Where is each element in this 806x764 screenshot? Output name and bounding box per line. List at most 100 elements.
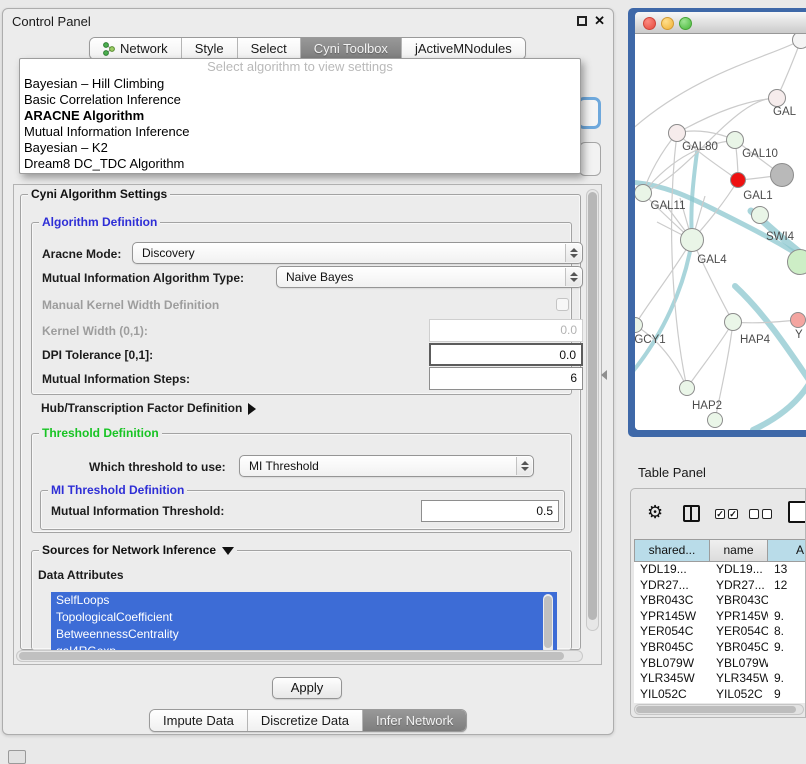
table-toolbar: ⚙ ✓ ✓ [631, 489, 805, 535]
network-canvas[interactable]: GAL GAL80 GAL10 GAL1 GAL11 SWI4 GAL4 GCY… [635, 34, 806, 430]
tab-infer-network[interactable]: Infer Network [363, 710, 466, 731]
cell: YER054C [710, 624, 768, 640]
node-label: GAL [773, 106, 806, 118]
aracne-mode-combo[interactable]: Discovery [132, 242, 583, 264]
network-node[interactable] [792, 34, 806, 49]
scrollbar-thumb[interactable] [636, 706, 796, 713]
tab-label: Cyni Toolbox [314, 41, 388, 56]
table-row[interactable]: YER054C YER054C 8. [634, 624, 806, 640]
cell: YBR043C [634, 593, 710, 609]
data-attributes-label: Data Attributes [38, 568, 124, 582]
mi-threshold-input[interactable]: 0.5 [421, 500, 559, 522]
node-label: GAL11 [641, 200, 695, 212]
deselect-all-columns-icon[interactable] [749, 509, 772, 519]
table-row[interactable]: YLR345W YLR345W 9. [634, 671, 806, 687]
scrollbar-thumb[interactable] [19, 652, 564, 660]
network-node-gal1[interactable] [730, 172, 746, 188]
table-row[interactable]: YDR27... YDR27... 12 [634, 578, 806, 594]
network-node-gal80[interactable] [668, 124, 686, 142]
network-node-hap2[interactable] [679, 380, 695, 396]
which-threshold-combo[interactable]: MI Threshold [239, 455, 534, 477]
mi-type-label: Mutual Information Algorithm Type: [42, 271, 244, 285]
table-row[interactable]: YBR045C YBR045C 9. [634, 640, 806, 656]
network-node[interactable] [768, 89, 786, 107]
network-node-gray[interactable] [770, 163, 794, 187]
table-row[interactable]: YPR145W YPR145W 9. [634, 609, 806, 625]
hub-definition-toggle[interactable]: Hub/Transcription Factor Definition [41, 401, 256, 415]
node-label: GAL4 [685, 254, 739, 266]
manual-kernel-checkbox[interactable] [556, 298, 569, 311]
dropdown-option[interactable]: Bayesian – K2 [20, 140, 580, 156]
splitter-collapse-arrow-icon[interactable] [601, 370, 607, 380]
tab-select[interactable]: Select [238, 38, 301, 59]
apply-button[interactable]: Apply [272, 677, 342, 699]
table-row[interactable]: YDL19... YDL19... 13 [634, 562, 806, 578]
group-title: Algorithm Definition [39, 215, 160, 229]
cell: YDL19... [710, 562, 768, 578]
network-node-gal4[interactable] [680, 228, 704, 252]
stepper-icon [565, 268, 581, 286]
column-header-partial[interactable]: A [768, 539, 806, 562]
network-window-titlebar[interactable] [635, 12, 806, 34]
kernel-width-input[interactable]: 0.0 [429, 319, 583, 342]
table-row[interactable]: YIL052C YIL052C 9 [634, 687, 806, 703]
list-item-selected[interactable]: TopologicalCoefficient [51, 609, 557, 626]
list-item-selected[interactable]: BetweennessCentrality [51, 626, 557, 643]
panel-title: Control Panel [12, 14, 91, 29]
tab-network[interactable]: Network [90, 38, 182, 59]
scrollbar-thumb[interactable] [588, 192, 597, 620]
network-node-swi4[interactable] [751, 206, 769, 224]
aracne-mode-label: Aracne Mode: [42, 247, 121, 261]
cell: YER054C [634, 624, 710, 640]
dropdown-option[interactable]: Bayesian – Hill Climbing [20, 76, 580, 92]
split-column-icon[interactable] [683, 505, 700, 522]
gear-icon[interactable]: ⚙ [647, 503, 663, 521]
list-item-selected[interactable]: SelfLoops [51, 592, 557, 609]
close-traffic-light-icon[interactable] [643, 17, 656, 30]
tab-style[interactable]: Style [182, 38, 238, 59]
tab-label: jActiveMNodules [415, 41, 512, 56]
mi-algorithm-type-combo[interactable]: Naive Bayes [276, 266, 583, 288]
tab-cyni-toolbox[interactable]: Cyni Toolbox [301, 38, 402, 59]
kernel-width-label: Kernel Width (0,1): [42, 324, 148, 338]
network-node[interactable] [787, 249, 806, 275]
column-header-shared-name[interactable]: shared... [634, 539, 710, 562]
table-row[interactable]: YBR043C YBR043C [634, 593, 806, 609]
network-node-gal10[interactable] [726, 131, 744, 149]
dropdown-option-highlighted[interactable]: ARACNE Algorithm [20, 108, 580, 124]
table-row[interactable]: YBL079W YBL079W [634, 656, 806, 672]
new-table-icon[interactable] [788, 501, 806, 523]
cell: 8. [768, 624, 806, 640]
cyni-algorithm-settings-group: Cyni Algorithm Settings Algorithm Defini… [20, 194, 581, 650]
minimize-traffic-light-icon[interactable] [661, 17, 674, 30]
tab-jactivemnodules[interactable]: jActiveMNodules [402, 38, 525, 59]
network-node-hap4[interactable] [724, 313, 742, 331]
dpi-tolerance-input[interactable]: 0.0 [429, 343, 583, 366]
close-icon[interactable]: ✕ [594, 13, 605, 29]
node-label: HAP2 [680, 400, 734, 412]
dropdown-option[interactable]: Basic Correlation Inference [20, 92, 580, 108]
mi-steps-input[interactable]: 6 [429, 367, 583, 390]
float-window-icon[interactable] [577, 16, 587, 26]
table-selector-combo-fragment[interactable] [579, 142, 601, 176]
sources-title-toggle[interactable]: Sources for Network Inference [39, 543, 237, 557]
control-panel-tabs: Network Style Select Cyni Toolbox jActiv… [89, 37, 526, 60]
network-node-salmon[interactable] [790, 312, 806, 328]
cell: YBL079W [710, 656, 768, 672]
cell: YLR345W [634, 671, 710, 687]
dropdown-placeholder: Select algorithm to view settings [20, 59, 580, 76]
cell: 9. [768, 609, 806, 625]
column-header-name[interactable]: name [710, 539, 768, 562]
tab-impute-data[interactable]: Impute Data [150, 710, 248, 731]
list-vertical-scrollbar [543, 594, 553, 654]
combo-value: Discovery [142, 246, 195, 260]
select-all-columns-icon[interactable]: ✓ ✓ [715, 509, 738, 519]
scrollbar-thumb[interactable] [544, 596, 552, 648]
manual-kernel-label: Manual Kernel Width Definition [42, 298, 219, 312]
network-node[interactable] [707, 412, 723, 428]
tab-discretize-data[interactable]: Discretize Data [248, 710, 363, 731]
dropdown-option[interactable]: Mutual Information Inference [20, 124, 580, 140]
zoom-traffic-light-icon[interactable] [679, 17, 692, 30]
cell: YDR27... [710, 578, 768, 594]
dropdown-option[interactable]: Dream8 DC_TDC Algorithm [20, 156, 580, 172]
